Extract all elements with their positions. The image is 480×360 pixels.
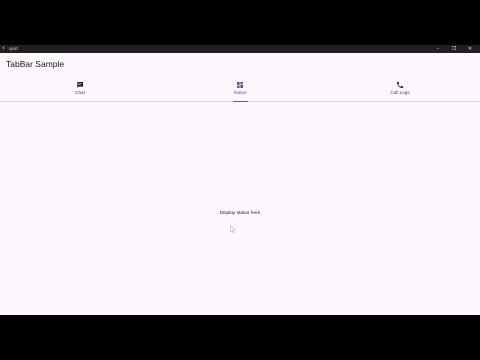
active-tab-indicator <box>233 100 248 102</box>
tab-status-label: Status <box>233 90 247 95</box>
window-title: qeat <box>9 46 19 51</box>
mouse-cursor-icon <box>230 225 236 234</box>
back-icon[interactable]: ‹ <box>2 45 5 53</box>
app-window: ‹ qeat – ❐ ✕ TabBar Sample Chat Status C… <box>0 45 480 315</box>
phone-icon <box>397 82 403 88</box>
dashboard-icon <box>237 82 243 88</box>
tab-status[interactable]: Status <box>160 79 320 102</box>
status-content-text: Display status here <box>219 211 261 216</box>
tab-call-logs-label: Call Logs <box>390 90 410 95</box>
maximize-button[interactable]: ❐ <box>446 45 462 53</box>
page-title: TabBar Sample <box>6 59 65 69</box>
tab-chat[interactable]: Chat <box>0 79 160 101</box>
tab-chat-label: Chat <box>75 90 85 95</box>
tab-call-logs[interactable]: Call Logs <box>320 79 480 101</box>
close-button[interactable]: ✕ <box>462 45 478 53</box>
tab-bar: Chat Status Call Logs <box>0 79 480 102</box>
screen-frame: ‹ qeat – ❐ ✕ TabBar Sample Chat Status C… <box>0 0 480 360</box>
chat-icon <box>77 82 83 88</box>
minimize-button[interactable]: – <box>430 45 446 53</box>
window-titlebar: ‹ qeat – ❐ ✕ <box>0 45 480 53</box>
